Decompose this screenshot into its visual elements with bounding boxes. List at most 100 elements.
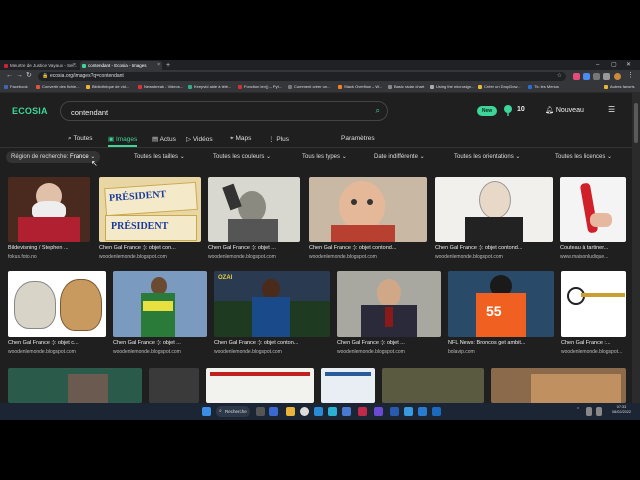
- image-thumbnail[interactable]: [206, 368, 314, 403]
- result-caption[interactable]: Chen Gal France :): objet c...: [8, 340, 106, 346]
- tab-plus[interactable]: ⋮ Plus: [268, 135, 289, 143]
- result-caption[interactable]: Chen Gal France :): objet contond...: [309, 245, 427, 251]
- bookmark-item[interactable]: Newsbreak - Videos...: [138, 82, 183, 92]
- bookmark-item[interactable]: Tk: les Menus: [528, 82, 559, 92]
- image-thumbnail[interactable]: PRÉSIDENT PRÉSIDENT: [99, 177, 201, 242]
- result-source[interactable]: woodenlemonde.blogspot.com: [214, 349, 330, 355]
- browser-tab-active[interactable]: contendant - Ecosia - Images ×: [80, 61, 162, 70]
- browser-tab[interactable]: Meurtre de Justice Vayaux - Sel... ×: [2, 61, 78, 70]
- bookmark-item[interactable]: Fonction len() – Pyt...: [238, 82, 282, 92]
- result-caption[interactable]: Couteau à tartiner...: [560, 245, 626, 251]
- scrollbar-thumb[interactable]: [634, 103, 638, 143]
- image-thumbnail[interactable]: [8, 271, 106, 337]
- result-source[interactable]: woodenlemonde.blogspot.com: [337, 349, 441, 355]
- hamburger-menu-icon[interactable]: ☰: [608, 105, 615, 114]
- bookmark-item[interactable]: Bibliothèque de vid...: [86, 82, 129, 92]
- result-source[interactable]: bolavip.com: [448, 349, 554, 355]
- tray-chevron-icon[interactable]: ⌃: [576, 407, 582, 416]
- color-filter[interactable]: Toutes les couleurs ⌄: [213, 151, 271, 163]
- bookmark-item[interactable]: Créer un DropDow...: [478, 82, 520, 92]
- tab-actus[interactable]: ▤ Actus: [152, 135, 176, 143]
- image-thumbnail[interactable]: [309, 177, 427, 242]
- maximize-icon[interactable]: ▢: [611, 61, 617, 69]
- ecosia-logo[interactable]: ECOSIA: [12, 106, 48, 116]
- bookmark-item[interactable]: Facebook: [4, 82, 28, 92]
- date-filter[interactable]: Date indifférente ⌄: [374, 151, 425, 163]
- image-thumbnail[interactable]: [113, 271, 207, 337]
- bookmark-item[interactable]: Stack Overflow – W...: [338, 82, 382, 92]
- search-input[interactable]: [69, 105, 363, 119]
- result-source[interactable]: woodenlemonde.blogspot.com: [208, 254, 302, 260]
- app-icon[interactable]: [328, 407, 337, 416]
- reload-icon[interactable]: ↻: [26, 72, 32, 80]
- bookmark-item[interactable]: Keepvid aide à télé...: [188, 82, 231, 92]
- minimize-icon[interactable]: –: [596, 61, 599, 69]
- image-thumbnail[interactable]: [208, 177, 300, 242]
- orientation-filter[interactable]: Toutes les orientations ⌄: [454, 151, 520, 163]
- result-caption[interactable]: Chen Gal France :...: [561, 340, 626, 346]
- app-icon[interactable]: [432, 407, 441, 416]
- page-scrollbar[interactable]: [632, 93, 640, 403]
- close-tab-icon[interactable]: ×: [73, 61, 76, 70]
- task-view-icon[interactable]: [256, 407, 265, 416]
- result-source[interactable]: woodenlemonde.blogspot.com: [309, 254, 427, 260]
- result-caption[interactable]: Chen Gal France :): objet ...: [113, 340, 209, 346]
- back-icon[interactable]: ←: [6, 72, 13, 80]
- bookmark-item[interactable]: Autres favoris: [604, 82, 634, 92]
- nouveau-button[interactable]: 🔔︎ Nouveau: [545, 106, 584, 114]
- image-thumbnail[interactable]: [8, 177, 90, 242]
- result-caption[interactable]: Chen Gal France :): objet ...: [337, 340, 441, 346]
- app-icon[interactable]: [374, 407, 383, 416]
- tab-maps[interactable]: ⌖ Maps: [230, 135, 251, 143]
- widgets-icon[interactable]: [269, 407, 278, 416]
- url-bar[interactable]: 🔒 ecosia.org/images?q=contendant ☆: [38, 71, 566, 81]
- chrome-icon[interactable]: [300, 407, 309, 416]
- file-explorer-icon[interactable]: [286, 407, 295, 416]
- result-caption[interactable]: Chen Gal France :): objet contond...: [435, 245, 553, 251]
- puzzle-icon[interactable]: [603, 72, 610, 80]
- image-thumbnail[interactable]: [149, 368, 199, 403]
- image-thumbnail[interactable]: [337, 271, 441, 337]
- result-source[interactable]: fokus.foto.no: [8, 254, 92, 260]
- image-thumbnail[interactable]: [491, 368, 626, 403]
- profile-avatar[interactable]: [614, 72, 621, 80]
- image-thumbnail[interactable]: [561, 271, 626, 337]
- forward-icon[interactable]: →: [16, 72, 23, 80]
- result-caption[interactable]: Bildevisning / Stephen ...: [8, 245, 92, 251]
- taskbar-search[interactable]: ⌕ Recherche: [216, 406, 250, 417]
- image-thumbnail[interactable]: [435, 177, 553, 242]
- close-tab-icon[interactable]: ×: [157, 61, 160, 70]
- close-window-icon[interactable]: ✕: [626, 61, 631, 69]
- bookmark-star-icon[interactable]: ☆: [557, 72, 562, 81]
- app-icon[interactable]: [342, 407, 351, 416]
- image-thumbnail[interactable]: OZAI: [214, 271, 330, 337]
- result-source[interactable]: woodenlemonde.blogspot...: [561, 349, 626, 355]
- result-source[interactable]: woodenlemonde.blogspot.com: [435, 254, 553, 260]
- result-caption[interactable]: Chen Gal France :): objet con...: [99, 245, 201, 251]
- search-box[interactable]: ⌕: [60, 101, 388, 121]
- image-thumbnail[interactable]: [382, 368, 484, 403]
- tab-toutes[interactable]: ⌕ Toutes: [68, 135, 93, 143]
- extension-icon[interactable]: [573, 72, 580, 80]
- search-icon[interactable]: ⌕: [376, 106, 380, 116]
- result-caption[interactable]: Chen Gal France :): objet ...: [208, 245, 302, 251]
- result-source[interactable]: woodenlemonde.blogspot.com: [113, 349, 209, 355]
- app-icon[interactable]: [390, 407, 399, 416]
- windows-start-icon[interactable]: [202, 407, 211, 416]
- result-source[interactable]: woodenlemonde.blogspot.com: [8, 349, 106, 355]
- bookmark-item[interactable]: Comment créer un...: [288, 82, 330, 92]
- extension-icon[interactable]: [593, 72, 600, 80]
- bookmark-item[interactable]: Using the microsign...: [430, 82, 474, 92]
- app-icon[interactable]: [358, 407, 367, 416]
- wifi-icon[interactable]: [586, 407, 592, 416]
- image-thumbnail[interactable]: [8, 368, 142, 403]
- new-badge[interactable]: New: [477, 106, 497, 116]
- app-icon[interactable]: [314, 407, 323, 416]
- result-caption[interactable]: NFL News: Broncos get ambit...: [448, 340, 554, 346]
- extension-icon[interactable]: [583, 72, 590, 80]
- image-thumbnail[interactable]: [321, 368, 375, 403]
- image-thumbnail[interactable]: 55: [448, 271, 554, 337]
- bookmark-item[interactable]: Basic radar chart: [388, 82, 424, 92]
- more-menu-icon[interactable]: ⋮: [627, 72, 634, 80]
- tab-videos[interactable]: ▷ Vidéos: [186, 135, 213, 143]
